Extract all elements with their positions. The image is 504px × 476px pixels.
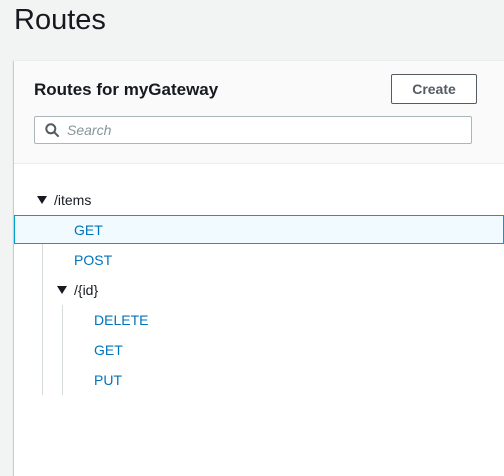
route-method-label: GET (74, 222, 103, 238)
search-icon (45, 123, 59, 137)
route-method-label: GET (94, 342, 123, 358)
tree-folder-id[interactable]: /{id} (74, 281, 98, 299)
route-method-label: DELETE (94, 312, 149, 328)
search-input[interactable] (67, 120, 462, 140)
route-method-label: PUT (94, 372, 122, 388)
create-button[interactable]: Create (391, 74, 477, 104)
route-id-delete[interactable]: DELETE (14, 305, 504, 334)
caret-down-icon[interactable] (56, 285, 68, 295)
page-title: Routes (14, 4, 106, 36)
route-items-get[interactable]: GET (14, 215, 504, 244)
route-method-label: POST (74, 252, 113, 268)
route-id-get[interactable]: GET (14, 335, 504, 364)
panel-header: Routes for myGateway Create (14, 61, 504, 164)
route-items-post[interactable]: POST (14, 245, 504, 274)
routes-panel: Routes for myGateway Create /items GET P… (14, 60, 504, 476)
caret-down-icon[interactable] (36, 195, 48, 205)
tree-folder-items[interactable]: /items (54, 191, 91, 209)
route-id-put[interactable]: PUT (14, 365, 504, 394)
search-box[interactable] (34, 116, 472, 144)
panel-title: Routes for myGateway (34, 80, 219, 99)
